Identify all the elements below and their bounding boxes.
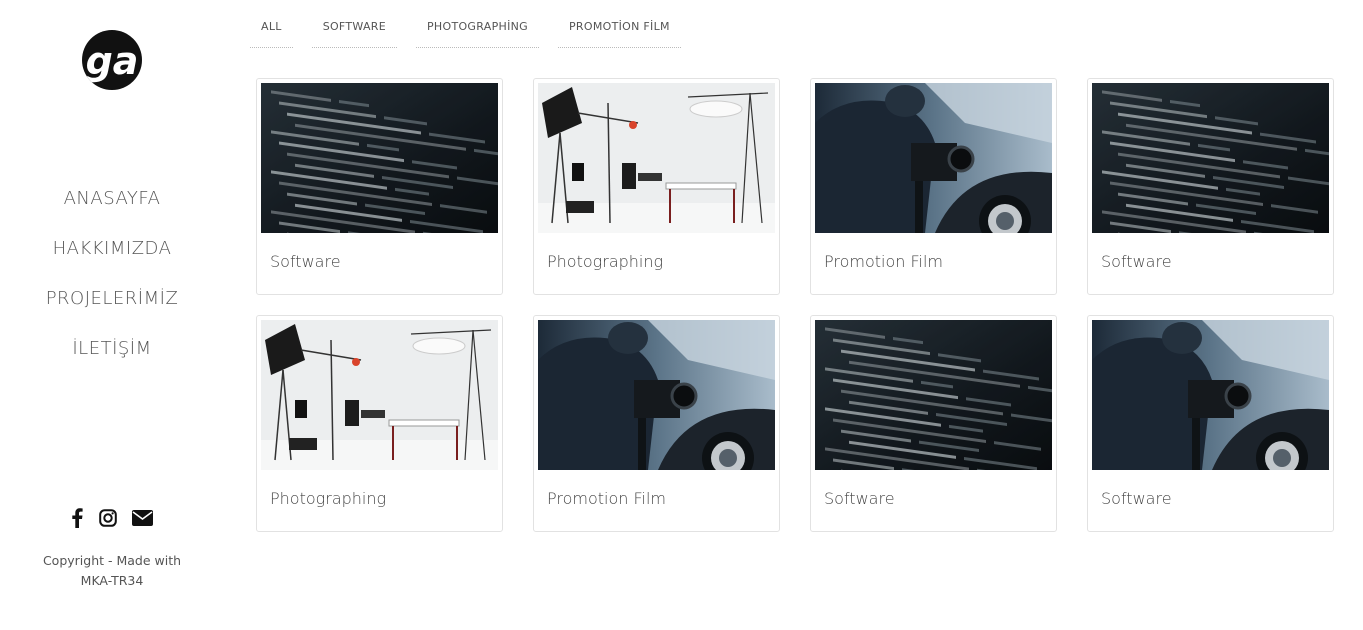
portfolio-image bbox=[538, 320, 775, 470]
portfolio-card-title: Promotion Film bbox=[547, 489, 667, 508]
portfolio-card[interactable]: Software bbox=[256, 78, 503, 295]
portfolio-card-title: Photographing bbox=[270, 489, 387, 508]
filter-photographing[interactable]: PHOTOGRAPHİNG bbox=[415, 18, 539, 48]
portfolio-card[interactable]: Photographing bbox=[256, 315, 503, 532]
portfolio-card-title: Software bbox=[824, 489, 895, 508]
brand-logo[interactable]: ga bbox=[82, 30, 142, 90]
nav-item-anasayfa[interactable]: ANASAYFA bbox=[64, 184, 161, 214]
portfolio-card[interactable]: Photographing bbox=[533, 78, 780, 295]
svg-text:ga: ga bbox=[86, 39, 139, 83]
sidebar: ga ANASAYFA HAKKIMIZDA PROJELERİMİZ İLET… bbox=[0, 0, 224, 630]
filter-promotion-film[interactable]: PROMOTİON FİLM bbox=[557, 18, 681, 48]
copyright-author: MKA-TR34 bbox=[80, 573, 144, 588]
nav-item-hakkimizda[interactable]: HAKKIMIZDA bbox=[53, 234, 172, 264]
filter-software[interactable]: SOFTWARE bbox=[311, 18, 397, 48]
portfolio-image bbox=[1092, 320, 1329, 470]
portfolio-card[interactable]: Software bbox=[810, 315, 1057, 532]
instagram-icon[interactable] bbox=[98, 509, 117, 531]
portfolio-card-title: Software bbox=[1101, 489, 1172, 508]
portfolio-card[interactable]: Promotion Film bbox=[810, 78, 1057, 295]
portfolio-grid: Software Photographing Promotion Film Softw… bbox=[256, 78, 1334, 532]
portfolio-image bbox=[261, 320, 498, 470]
portfolio-image bbox=[261, 83, 498, 233]
copyright: Copyright - Made with MKA-TR34 bbox=[0, 551, 224, 591]
portfolio-card-title: Software bbox=[1101, 252, 1172, 271]
envelope-icon[interactable] bbox=[131, 510, 153, 530]
copyright-line: Copyright - Made with bbox=[42, 553, 182, 568]
portfolio-card-title: Promotion Film bbox=[824, 252, 944, 271]
portfolio-image bbox=[1092, 83, 1329, 233]
facebook-icon[interactable] bbox=[71, 508, 84, 532]
portfolio-card-title: Photographing bbox=[547, 252, 664, 271]
filter-all[interactable]: ALL bbox=[250, 18, 293, 48]
portfolio-card[interactable]: Software bbox=[1087, 78, 1334, 295]
portfolio-card[interactable]: Software bbox=[1087, 315, 1334, 532]
portfolio-image bbox=[815, 320, 1052, 470]
portfolio-filters: ALL SOFTWARE PHOTOGRAPHİNG PROMOTİON FİL… bbox=[250, 18, 700, 48]
main-nav: ANASAYFA HAKKIMIZDA PROJELERİMİZ İLETİŞİ… bbox=[0, 184, 224, 384]
portfolio-image bbox=[538, 83, 775, 233]
portfolio-card-title: Software bbox=[270, 252, 341, 271]
nav-item-iletisim[interactable]: İLETİŞİM bbox=[72, 334, 151, 364]
portfolio-image bbox=[815, 83, 1052, 233]
nav-item-projelerimiz[interactable]: PROJELERİMİZ bbox=[46, 284, 179, 314]
portfolio-card[interactable]: Promotion Film bbox=[533, 315, 780, 532]
social-links bbox=[0, 508, 224, 532]
